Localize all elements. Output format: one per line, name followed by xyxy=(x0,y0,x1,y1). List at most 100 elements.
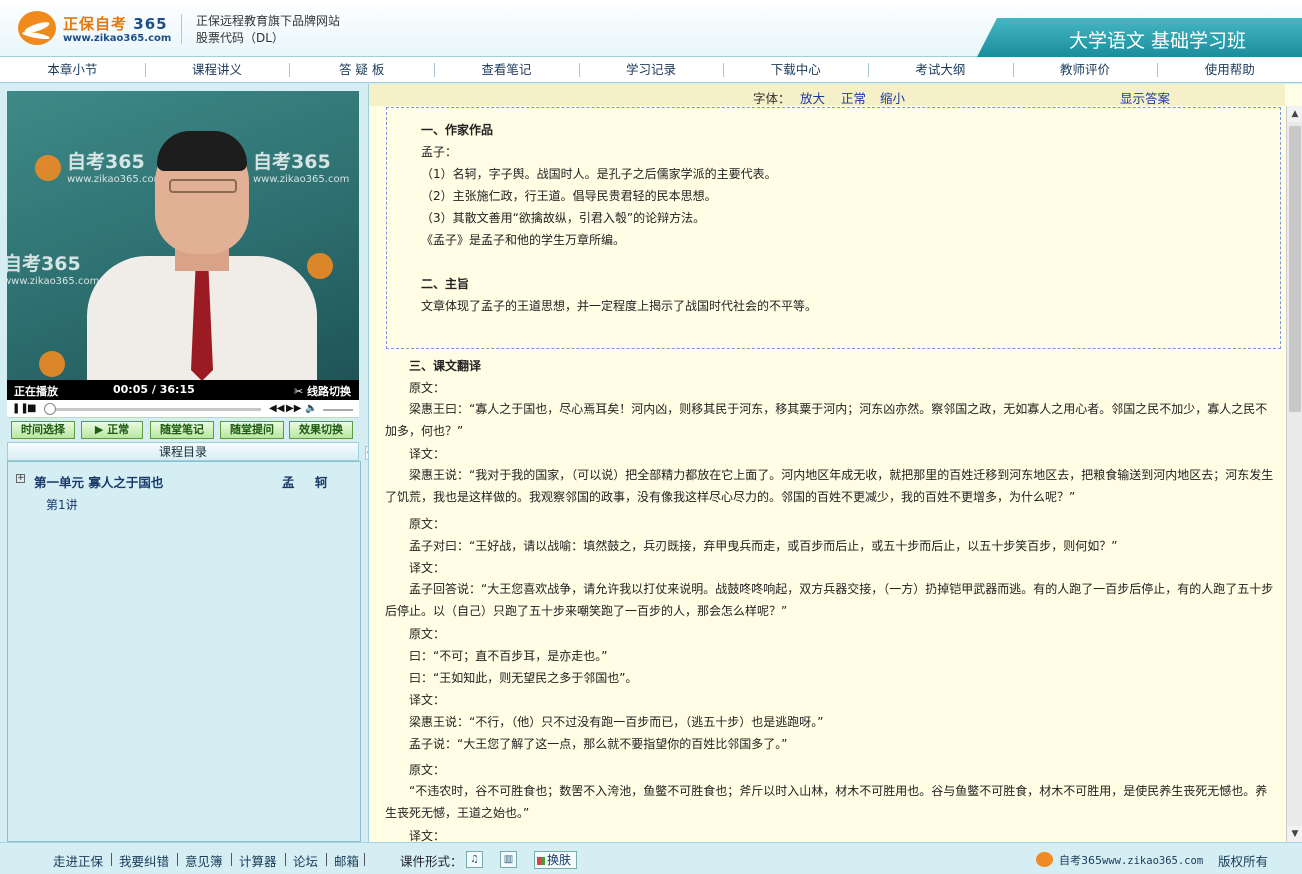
footer-divider xyxy=(231,853,232,866)
section-title-author: 一、作家作品 xyxy=(421,123,494,137)
text-line: 《孟子》是孟子和他的学生万章所编。 xyxy=(421,233,626,247)
toc-author: 孟 轲 xyxy=(282,475,336,490)
volume-slider[interactable] xyxy=(323,409,353,411)
paragraph: 梁惠王曰：“寡人之于国也，尽心焉耳矣！河内凶，则移其民于河东，移其粟于河内；河东… xyxy=(385,402,1268,438)
translation-label: 译文： xyxy=(409,561,446,575)
video-status-bar: 正在播放 00:05 / 36:15 ✂ 线路切换 xyxy=(7,380,359,400)
watermark-text: 自考365 xyxy=(7,253,81,275)
time-separator: / xyxy=(151,383,156,396)
original-label: 原文： xyxy=(409,381,446,395)
layout-mode-icon[interactable]: ▥ xyxy=(500,851,517,868)
watermark-logo-icon xyxy=(35,155,61,181)
nav-download-center[interactable]: 下载中心 xyxy=(723,57,868,82)
class-question-button[interactable]: 随堂提问 xyxy=(220,421,284,439)
forward-icon[interactable]: ▶▶ xyxy=(286,403,301,415)
palette-icon xyxy=(537,856,545,865)
effect-switch-button[interactable]: 效果切换 xyxy=(289,421,353,439)
footer-link-mail[interactable]: 邮箱 xyxy=(334,851,359,870)
watermark-logo-icon xyxy=(39,351,65,377)
time-select-button[interactable]: 时间选择 xyxy=(11,421,75,439)
nav-exam-outline[interactable]: 考试大纲 xyxy=(868,57,1013,82)
footer-link-forum[interactable]: 论坛 xyxy=(293,851,318,870)
scroll-up-icon[interactable]: ▲ xyxy=(1287,106,1302,122)
header: 正保自考 365 www.zikao365.com 正保远程教育旗下品牌网站 股… xyxy=(0,0,1302,57)
text-line: （3）其散文善用“欲擒故纵，引君入彀”的论辩方法。 xyxy=(421,211,706,225)
section-title-theme: 二、主旨 xyxy=(421,277,470,291)
footer-link-feedback[interactable]: 意见簿 xyxy=(185,851,223,870)
normal-speed-button[interactable]: ▶ 正常 xyxy=(81,421,143,439)
watermark: 自考365 www.zikao365.com xyxy=(7,249,99,287)
translation-label: 译文： xyxy=(409,829,446,842)
watermark-url: www.zikao365.com xyxy=(7,276,100,287)
paragraph: 梁惠王说：“我对于我的国家，（可以说）把全部精力都放在它上面了。河内地区年成无收… xyxy=(385,468,1274,504)
stop-icon[interactable]: ■ xyxy=(27,403,36,415)
logo-text[interactable]: 正保自考 365 xyxy=(63,13,168,34)
logo-number: 365 xyxy=(133,15,168,33)
text-line: 文章体现了孟子的王道思想，并一定程度上揭示了战国时代社会的不平等。 xyxy=(421,299,818,313)
paragraph: “不违农时，谷不可胜食也；数罟不入洿池，鱼鳖不可胜食也；斧斤以时入山林，材木不可… xyxy=(385,784,1268,820)
font-smaller-link[interactable]: 缩小 xyxy=(880,88,905,107)
paragraph: 孟子对曰：“王好战，请以战喻：填然鼓之，兵刃既接，弃甲曳兵而走，或百步而后止，或… xyxy=(409,539,1118,553)
line-switch-button[interactable]: ✂ 线路切换 xyxy=(294,383,351,399)
footer-link-about[interactable]: 走进正保 xyxy=(53,851,103,870)
normal-speed-label: 正常 xyxy=(107,423,130,436)
playback-time: 00:05 / 36:15 xyxy=(113,383,195,396)
rewind-icon[interactable]: ◀◀ xyxy=(269,403,284,415)
handout-content: 字体： 放大 正常 缩小 显示答案 一、作家作品 孟子： （1）名轲，字子舆。战… xyxy=(368,84,1302,842)
line-switch-label: 线路切换 xyxy=(307,385,351,398)
playback-status: 正在播放 xyxy=(14,385,58,398)
class-notes-button[interactable]: 随堂笔记 xyxy=(150,421,214,439)
change-skin-button[interactable]: 换肤 xyxy=(534,851,577,869)
original-label: 原文： xyxy=(409,517,446,531)
text-line: （2）主张施仁政，行王道。倡导民贵君轻的民本思想。 xyxy=(421,189,717,203)
original-label: 原文： xyxy=(409,763,446,777)
footer-site-name: 自考365 xyxy=(1059,854,1102,867)
paragraph: 曰：“王如知此，则无望民之多于邻国也”。 xyxy=(409,671,638,685)
toc-unit[interactable]: 第一单元 寡人之于国也 xyxy=(34,472,163,491)
nav-study-record[interactable]: 学习记录 xyxy=(578,57,724,82)
seek-knob[interactable] xyxy=(43,403,56,415)
audio-mode-icon[interactable]: ♫ xyxy=(466,851,483,868)
volume-icon[interactable]: 🔈 xyxy=(305,403,317,415)
seek-bar[interactable] xyxy=(47,408,261,411)
nav-chapter-summary[interactable]: 本章小节 xyxy=(0,57,145,82)
toc-panel: + 第一单元 寡人之于国也 孟 轲 第1讲 xyxy=(7,461,361,842)
font-larger-link[interactable]: 放大 xyxy=(800,88,825,107)
text-line: 孟子： xyxy=(421,145,458,159)
show-answer-link[interactable]: 显示答案 xyxy=(1120,88,1170,107)
nav-view-notes[interactable]: 查看笔记 xyxy=(434,57,579,82)
footer-site[interactable]: 自考365www.zikao365.com xyxy=(1059,852,1203,868)
course-title: 大学语文 基础学习班 xyxy=(1068,30,1246,52)
paragraph: 孟子回答说：“大王您喜欢战争，请允许我以打仗来说明。战鼓咚咚响起，双方兵器交接，… xyxy=(385,582,1274,618)
toc-title: 课程目录 xyxy=(7,442,359,461)
left-panel: 自考365 www.zikao365.com 自考365 www.zikao365.… xyxy=(7,91,361,842)
nav-course-handout[interactable]: 课程讲义 xyxy=(144,57,290,82)
translation-label: 译文： xyxy=(409,693,446,707)
footer-divider xyxy=(326,853,327,866)
logo-url: www.zikao365.com xyxy=(63,33,172,44)
toc-lesson-1[interactable]: 第1讲 xyxy=(46,496,78,513)
lecturer-glasses xyxy=(169,179,237,193)
footer-link-report-error[interactable]: 我要纠错 xyxy=(119,851,169,870)
player-controls: ❚❚ ■ ◀◀ ▶▶ 🔈 xyxy=(7,400,359,418)
nav-teacher-review[interactable]: 教师评价 xyxy=(1012,57,1158,82)
footer-site-url: www.zikao365.com xyxy=(1102,855,1204,867)
footer-divider xyxy=(111,853,112,866)
total-time: 36:15 xyxy=(159,383,195,396)
scroll-thumb[interactable] xyxy=(1289,126,1301,412)
expand-icon[interactable]: + xyxy=(16,474,25,483)
footer-link-calculator[interactable]: 计算器 xyxy=(239,851,277,870)
video-player[interactable]: 自考365 www.zikao365.com 自考365 www.zikao365.… xyxy=(7,91,359,381)
content-scrollbar[interactable]: ▲ ▼ xyxy=(1286,106,1302,842)
nav-qa-board[interactable]: 答 疑 板 xyxy=(289,57,434,82)
font-label: 字体： xyxy=(753,91,791,106)
nav-help[interactable]: 使用帮助 xyxy=(1157,57,1302,82)
font-normal-link[interactable]: 正常 xyxy=(841,88,866,107)
current-time: 00:05 xyxy=(113,383,149,396)
paragraph: 梁惠王说：“不行，（他）只不过没有跑一百步而已，（逃五十步）也是逃跑呀。” xyxy=(409,715,824,729)
header-stock-code: 股票代码（DL） xyxy=(196,31,284,45)
header-divider xyxy=(181,14,182,44)
logo-icon[interactable] xyxy=(18,11,56,45)
scroll-down-icon[interactable]: ▼ xyxy=(1287,826,1302,842)
video-button-row: 时间选择 ▶ 正常 随堂笔记 随堂提问 效果切换 xyxy=(7,421,359,441)
